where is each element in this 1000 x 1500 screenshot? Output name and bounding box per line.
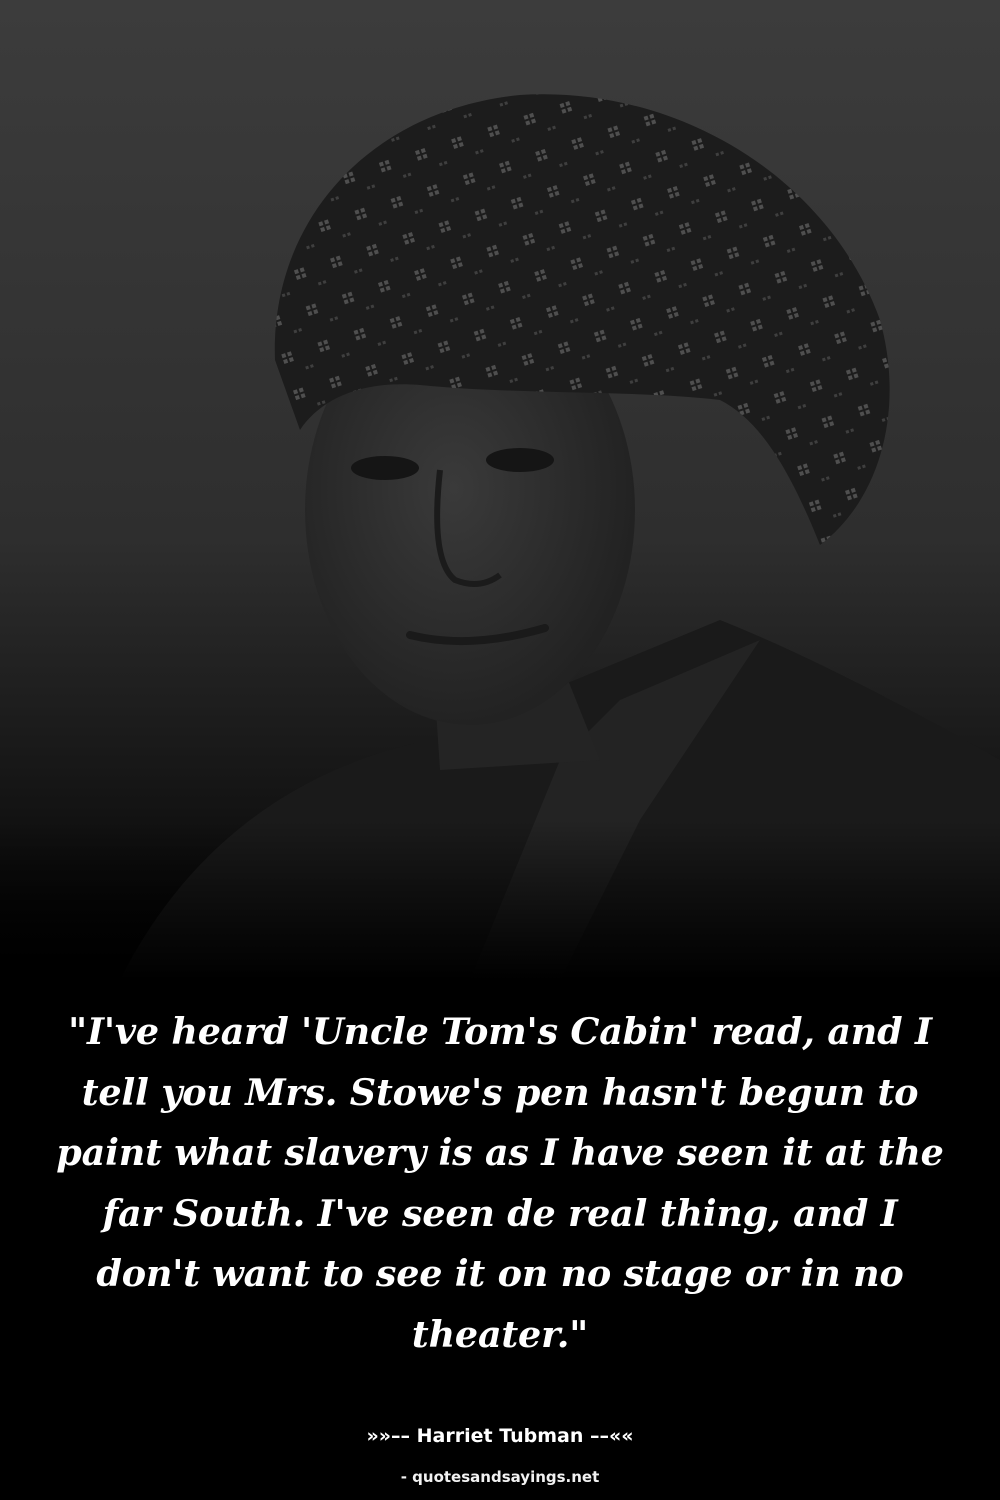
author-attribution: »»–– Harriet Tubman ––«« (366, 1425, 634, 1447)
source-watermark: - quotesandsayings.net (400, 1468, 600, 1486)
quote-card: "I've heard 'Uncle Tom's Cabin' read, an… (0, 0, 1000, 1500)
quote-text: "I've heard 'Uncle Tom's Cabin' read, an… (56, 1010, 944, 1356)
portrait-photo (0, 0, 1000, 980)
